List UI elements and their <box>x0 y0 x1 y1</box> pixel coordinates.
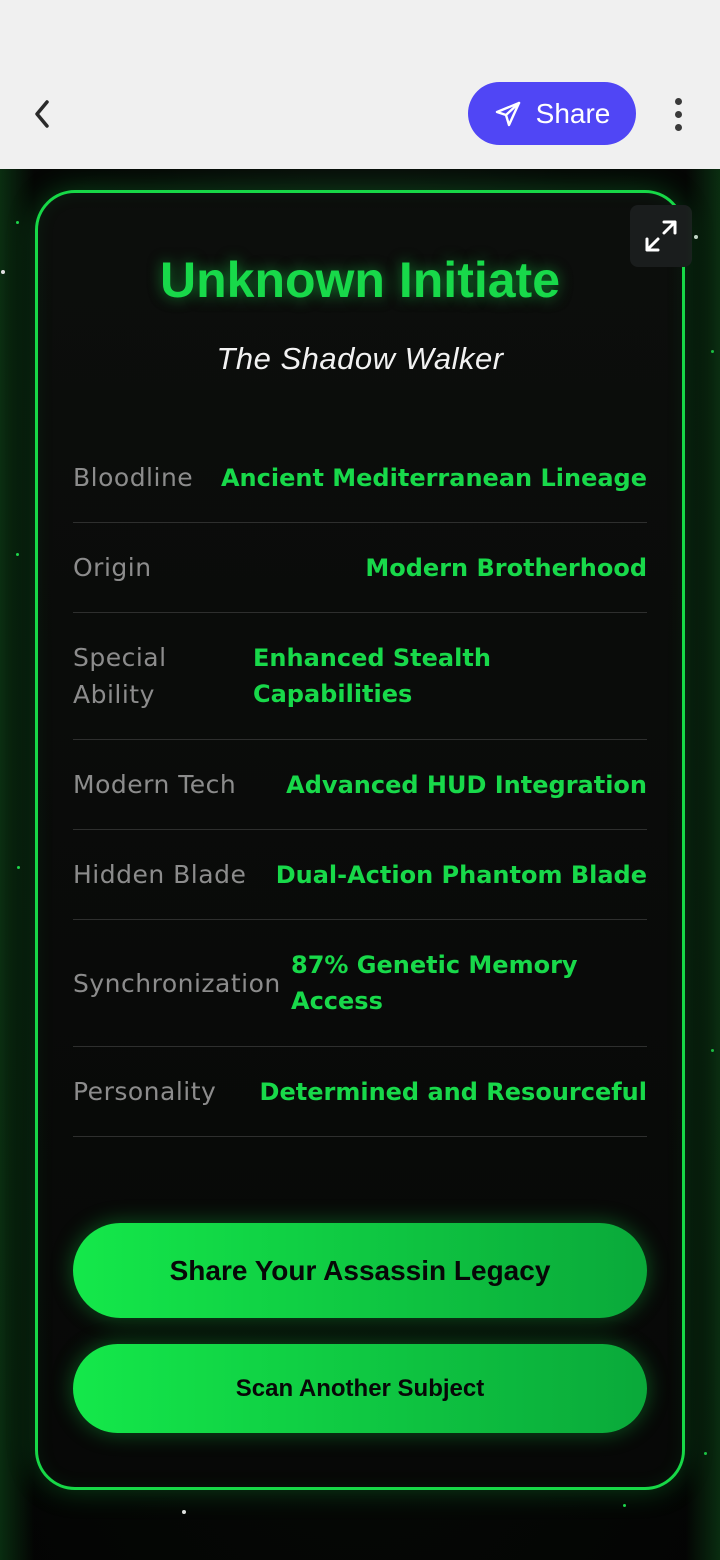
particle <box>182 1510 186 1514</box>
trait-row-special-ability: Special Ability Enhanced Stealth Capabil… <box>73 613 647 740</box>
share-button-label: Share <box>535 97 611 129</box>
trait-label: Modern Tech <box>73 770 237 799</box>
trait-row-bloodline: Bloodline Ancient Mediterranean Lineage <box>73 433 647 523</box>
trait-label: Personality <box>73 1077 217 1106</box>
expand-icon <box>645 220 677 252</box>
particle <box>16 553 19 556</box>
trait-label: Bloodline <box>73 463 194 492</box>
trait-value: Ancient Mediterranean Lineage <box>220 463 647 492</box>
trait-list: Bloodline Ancient Mediterranean Lineage … <box>73 433 647 1137</box>
back-button[interactable] <box>22 94 62 134</box>
assassin-profile-card: Unknown Initiate The Shadow Walker Blood… <box>35 190 692 1490</box>
trait-row-synchronization: Synchronization 87% Genetic Memory Acces… <box>73 920 647 1047</box>
share-button[interactable]: Share <box>468 82 636 145</box>
more-vertical-icon-dot <box>674 110 682 118</box>
trait-value: Advanced HUD Integration <box>286 770 647 799</box>
trait-row-origin: Origin Modern Brotherhood <box>73 523 647 613</box>
trait-value: 87% Genetic Memory Access <box>291 951 578 1015</box>
trait-row-hidden-blade: Hidden Blade Dual-Action Phantom Blade <box>73 830 647 920</box>
more-vertical-icon-dot <box>674 123 682 131</box>
share-legacy-button[interactable]: Share Your Assassin Legacy <box>73 1223 647 1318</box>
particle <box>704 1452 707 1455</box>
result-stage: Unknown Initiate The Shadow Walker Blood… <box>0 169 720 1560</box>
particle <box>694 235 698 239</box>
particle <box>711 350 714 353</box>
trait-value: Modern Brotherhood <box>365 553 647 582</box>
more-options-button[interactable] <box>660 92 696 136</box>
chevron-left-icon <box>35 100 49 128</box>
trait-value: Dual-Action Phantom Blade <box>275 860 647 889</box>
trait-label: Origin <box>73 553 152 582</box>
more-vertical-icon <box>674 97 682 105</box>
profile-subtitle: The Shadow Walker <box>216 341 504 376</box>
trait-row-personality: Personality Determined and Resourceful <box>73 1047 647 1137</box>
trait-label: Special Ability <box>73 643 167 709</box>
send-icon <box>495 101 520 126</box>
trait-label: Synchronization <box>73 968 281 998</box>
particle <box>623 1504 626 1507</box>
trait-value: Determined and Resourceful <box>259 1077 647 1106</box>
particle <box>711 1049 714 1052</box>
particle <box>1 270 5 274</box>
particle <box>17 866 20 869</box>
trait-value: Enhanced Stealth Capabilities <box>253 644 491 708</box>
scan-another-button[interactable]: Scan Another Subject <box>73 1344 647 1433</box>
trait-row-modern-tech: Modern Tech Advanced HUD Integration <box>73 740 647 830</box>
particle <box>16 221 19 224</box>
profile-title: Unknown Initiate <box>160 252 560 308</box>
app-top-bar: Share <box>0 0 720 169</box>
trait-label: Hidden Blade <box>73 860 247 889</box>
